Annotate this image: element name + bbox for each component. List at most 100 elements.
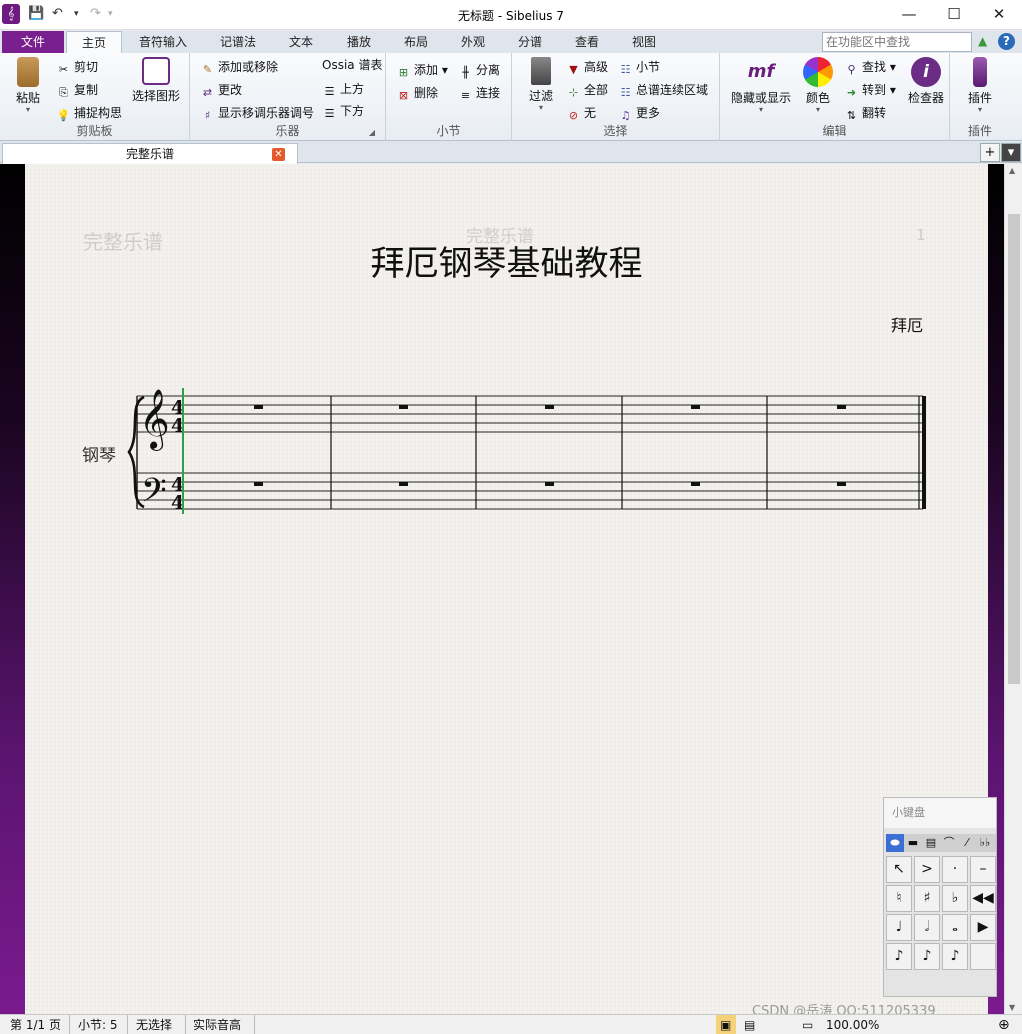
tab-parts[interactable]: 分谱 — [507, 31, 553, 53]
document-tab-full-score[interactable]: 完整乐谱 ✕ — [2, 143, 298, 164]
keypad-key[interactable]: – — [970, 856, 996, 883]
close-button[interactable]: ✕ — [976, 0, 1022, 30]
zoom-in-icon[interactable]: ⊕ — [994, 1015, 1014, 1034]
group-label-edit: 编辑 — [822, 124, 847, 138]
keypad-tab-beams[interactable]: ▤ — [922, 834, 940, 852]
tab-home[interactable]: 主页 — [66, 31, 122, 54]
keypad-key[interactable]: ♯ — [914, 885, 940, 912]
ossia-below-icon: ☰ — [324, 107, 335, 120]
add-bar-button[interactable]: ⊞ 添加 ▾ — [396, 60, 448, 80]
page-view-icon[interactable]: ▣ — [716, 1015, 736, 1034]
more-select-icon: ♫ — [620, 109, 631, 122]
binoculars-icon: ⚲ — [847, 63, 856, 76]
add-bar-icon: ⊞ — [398, 66, 409, 79]
change-instrument-button[interactable]: ⇄ 更改 — [200, 80, 242, 100]
select-advanced-button[interactable]: ▼ 高级 — [566, 57, 608, 77]
close-tab-icon[interactable]: ✕ — [272, 148, 285, 161]
group-label-clipboard: 剪贴板 — [76, 124, 113, 138]
fit-page-icon[interactable]: ▭ — [798, 1015, 818, 1034]
rest-bass-bar-4 — [691, 482, 700, 486]
split-icon: ╫ — [462, 66, 469, 79]
add-remove-instruments-button[interactable]: ✎ 添加或移除 — [200, 57, 278, 77]
keypad-key[interactable]: ↖ — [886, 856, 912, 883]
select-none-button[interactable]: ⊘ 无 — [566, 103, 596, 123]
grand-staff[interactable]: 𝄞 𝄢 4 4 4 4 — [25, 164, 988, 1014]
split-bar-button[interactable]: ╫ 分离 — [458, 60, 500, 80]
select-all-button[interactable]: ⊹ 全部 — [566, 80, 608, 100]
keypad-key[interactable]: ♪ — [914, 943, 940, 970]
plugins-button[interactable]: 插件 ▾ — [962, 57, 998, 114]
help-icon[interactable]: ? — [998, 33, 1015, 50]
keypad-key[interactable]: 𝅗𝅥 — [914, 914, 940, 941]
color-button[interactable]: 颜色 ▾ — [800, 57, 836, 114]
tab-review[interactable]: 查看 — [564, 31, 610, 53]
tab-layout[interactable]: 布局 — [393, 31, 439, 53]
keypad-tab-accidentals[interactable]: ♭♭ — [976, 834, 994, 852]
sibelius-window: 𝄞 💾 ↶ ▾ ↷ ▾ 无标题 - Sibelius 7 — ☐ ✕ 文件 主页… — [0, 0, 1022, 1034]
keypad-key[interactable]: ♭ — [942, 885, 968, 912]
keypad-tab-jazz[interactable]: ⁄ — [958, 834, 976, 852]
tab-text[interactable]: 文本 — [278, 31, 324, 53]
collapse-ribbon-icon[interactable]: ▲ — [978, 34, 987, 48]
select-bar-icon: ☷ — [620, 63, 631, 76]
tab-note-input[interactable]: 音符输入 — [130, 31, 196, 53]
group-label-plugins: 插件 — [967, 124, 992, 138]
keypad-key[interactable]: ♮ — [886, 885, 912, 912]
keypad-key[interactable]: ♪ — [886, 943, 912, 970]
scroll-down-icon[interactable]: ▼ — [1009, 1003, 1015, 1012]
keypad-tab-more-notes[interactable]: ▬ — [904, 834, 922, 852]
ossia-above-button[interactable]: ☰ 上方 — [322, 79, 364, 99]
copy-button[interactable]: ⎘ 复制 — [56, 80, 98, 100]
keypad-key[interactable]: · — [942, 856, 968, 883]
keypad-key[interactable]: 𝅝 — [942, 914, 968, 941]
keypad-key[interactable]: ♩ — [886, 914, 912, 941]
scroll-up-icon[interactable]: ▲ — [1009, 166, 1015, 175]
tab-file[interactable]: 文件 — [2, 31, 64, 53]
goto-button[interactable]: ➜ 转到 ▾ — [844, 80, 896, 100]
filter-button[interactable]: 过滤 ▾ — [524, 57, 558, 112]
keypad-key[interactable]: ▶ — [970, 914, 996, 941]
tab-play[interactable]: 播放 — [336, 31, 382, 53]
add-tab-button[interactable]: + — [980, 143, 1000, 162]
bass-staff — [137, 472, 923, 510]
find-button[interactable]: ⚲ 查找 ▾ — [844, 57, 895, 77]
score-page[interactable]: 完整乐谱 完整乐谱 1 拜厄钢琴基础教程 拜厄 钢琴 𝄞 𝄢 4 4 4 4 — [25, 164, 988, 1014]
keypad-key[interactable]: ◀◀ — [970, 885, 996, 912]
hide-show-button[interactable]: mf 隐藏或显示 ▾ — [728, 57, 794, 114]
keypad-panel[interactable]: 小键盘 ⬬ ▬ ▤ ⌒ ⁄ ♭♭ ↖ > · – ♮ ♯ ♭ ◀◀ ♩ 𝅗𝅥 𝅝 ▶ ♪ … — [883, 797, 997, 997]
delete-bar-button[interactable]: ⊠ 删除 — [396, 83, 438, 103]
tab-notations[interactable]: 记谱法 — [210, 31, 266, 53]
status-page: 第 1/1 页 — [6, 1015, 70, 1034]
join-bar-button[interactable]: ≡ 连接 — [458, 83, 500, 103]
scrollbar-thumb[interactable] — [1008, 214, 1020, 684]
keypad-tab-common[interactable]: ⬬ — [886, 834, 904, 852]
maximize-button[interactable]: ☐ — [931, 0, 977, 30]
capture-idea-button[interactable]: 💡 捕捉构思 — [56, 103, 122, 123]
cut-button[interactable]: ✂ 剪切 — [56, 57, 98, 77]
flip-icon: ⇅ — [846, 109, 857, 122]
document-tab-row: 完整乐谱 ✕ + ▾ — [0, 141, 1022, 164]
select-bar-button[interactable]: ☷ 小节 — [618, 57, 660, 77]
scissors-icon: ✂ — [58, 63, 69, 76]
show-transposing-button[interactable]: ♯ 显示移调乐器调号 — [200, 103, 314, 123]
inspector-button[interactable]: i 检查器 — [904, 57, 948, 106]
vertical-scrollbar[interactable]: ▲ ▼ — [1004, 164, 1022, 1014]
flip-button[interactable]: ⇅ 翻转 — [844, 103, 886, 123]
rest-treble-bar-5 — [837, 405, 846, 409]
tab-appearance[interactable]: 外观 — [450, 31, 496, 53]
select-system-passage-button[interactable]: ☷ 总谱连续区域 — [618, 80, 708, 100]
keypad-key[interactable]: ♪ — [942, 943, 968, 970]
minimize-button[interactable]: — — [886, 0, 932, 30]
paste-button[interactable]: 粘贴 ▾ — [8, 57, 48, 114]
ossia-below-button[interactable]: ☰ 下方 — [322, 101, 364, 121]
panorama-view-icon[interactable]: ▤ — [740, 1015, 760, 1034]
keypad-key[interactable] — [970, 943, 996, 970]
tab-view[interactable]: 视图 — [621, 31, 667, 53]
ribbon-search-input[interactable] — [822, 32, 972, 52]
keypad-key[interactable]: > — [914, 856, 940, 883]
keypad-tab-articulations[interactable]: ⌒ — [940, 834, 958, 852]
tab-menu-button[interactable]: ▾ — [1001, 143, 1021, 162]
select-more-button[interactable]: ♫ 更多 — [618, 103, 660, 123]
select-graphic-button[interactable]: 选择图形 — [128, 57, 184, 104]
score-work-area: 完整乐谱 完整乐谱 1 拜厄钢琴基础教程 拜厄 钢琴 𝄞 𝄢 4 4 4 4 — [0, 164, 1004, 1014]
